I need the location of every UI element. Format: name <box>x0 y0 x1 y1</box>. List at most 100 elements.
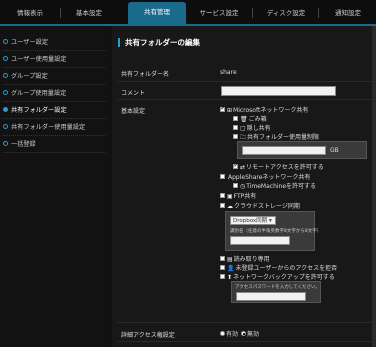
row-basic-settings: 基本設定 ⊞Microsoftネットワーク共有 🗑ごみ箱 ▢隠し共有 🗀共有フォ… <box>117 101 372 323</box>
unregistered-deny-label: 未登録ユーザーからのアクセスを拒否 <box>235 265 338 272</box>
sidebar-item-user-quota[interactable]: ユーザー使用量設定 <box>3 51 106 68</box>
detail-enable-option[interactable]: 有効 <box>220 329 238 338</box>
read-only-label: 読み取り専用 <box>233 256 270 263</box>
cloud-service-select[interactable]: Dropbox同期 ▾ <box>230 216 276 225</box>
quota-input[interactable] <box>242 146 326 155</box>
cloud-icon: ☁ <box>227 203 233 210</box>
user-icon: 👤 <box>227 265 235 272</box>
recycle-option[interactable]: 🗑ごみ箱 <box>233 114 267 123</box>
basic-settings-label: 基本設定 <box>121 108 146 115</box>
cloud-sync-label: クラウドストレージ同期 <box>234 203 300 210</box>
sidebar-item-group-settings[interactable]: グループ設定 <box>3 68 106 85</box>
ftp-icon: ▣ <box>227 193 233 200</box>
tab-service-settings[interactable]: サービス設定 <box>190 4 248 22</box>
row-detail-access: 詳細アクセス権設定 有効 無効 <box>117 324 372 342</box>
net-backup-label: ネットワークバックアップを許可する <box>233 274 335 281</box>
tab-info[interactable]: 情報表示 <box>8 4 52 22</box>
hidden-share-label: 隠し共有 <box>246 125 271 132</box>
sidebar-item-label: グループ設定 <box>11 73 48 80</box>
unregistered-deny-checkbox[interactable] <box>220 265 225 270</box>
tab-notification-settings[interactable]: 通知設定 <box>324 4 372 22</box>
top-nav: 情報表示 基本設定 共有管理 サービス設定 ディスク設定 通知設定 <box>0 0 376 26</box>
folder-name-value: share <box>220 69 237 76</box>
sidebar: ユーザー設定 ユーザー使用量設定 グループ設定 グループ使用量設定 共有フォルダ… <box>0 26 107 347</box>
trash-icon: 🗑 <box>240 116 248 123</box>
quota-subbox: GB <box>237 141 367 159</box>
ms-share-option[interactable]: ⊞Microsoftネットワーク共有 <box>220 105 308 114</box>
remote-access-label: リモートアクセスを許可する <box>246 164 324 171</box>
tab-divider <box>252 8 253 18</box>
bullet-icon <box>3 106 8 112</box>
detail-enable-label: 有効 <box>226 331 239 338</box>
clock-icon: ◷ <box>240 183 246 190</box>
detail-disable-option[interactable]: 無効 <box>241 329 259 338</box>
sidebar-item-shared-folder-quota[interactable]: 共有フォルダー使用量設定 <box>3 119 106 136</box>
hidden-share-option[interactable]: ▢隠し共有 <box>233 123 271 132</box>
backup-password-input[interactable] <box>236 292 306 301</box>
appleshare-label: AppleShareネットワーク共有 <box>228 174 311 181</box>
backup-icon: ⬆ <box>227 274 233 281</box>
scrollbar[interactable] <box>372 26 376 347</box>
appleshare-option[interactable]: AppleShareネットワーク共有 <box>220 172 310 181</box>
net-backup-checkbox[interactable] <box>220 274 225 279</box>
ftp-option[interactable]: ▣FTP共有 <box>220 191 256 200</box>
backup-subbox: アクセスパスワードを入力してください。 <box>231 281 321 303</box>
cloud-id-input[interactable] <box>230 236 290 245</box>
tab-share-management[interactable]: 共有管理 <box>128 2 186 26</box>
folder-name-label: 共有フォルダー名 <box>121 71 170 78</box>
cloud-sync-checkbox[interactable] <box>220 203 225 208</box>
remote-access-option[interactable]: ⇄リモートアクセスを許可する <box>233 162 324 171</box>
sidebar-item-group-quota[interactable]: グループ使用量設定 <box>3 85 106 102</box>
sidebar-item-user-settings[interactable]: ユーザー設定 <box>3 34 106 51</box>
quota-limit-checkbox[interactable] <box>233 134 238 139</box>
bullet-icon <box>3 72 8 78</box>
cloud-sync-option[interactable]: ☁クラウドストレージ同期 <box>220 201 300 210</box>
read-only-option[interactable]: ▤読み取り専用 <box>220 254 270 263</box>
sidebar-item-label: 共有フォルダー使用量設定 <box>11 124 86 131</box>
ms-share-checkbox[interactable] <box>220 105 226 112</box>
detail-disable-radio[interactable] <box>241 331 246 336</box>
recycle-label: ごみ箱 <box>248 116 267 123</box>
read-only-checkbox[interactable] <box>220 256 225 261</box>
hidden-share-checkbox[interactable] <box>233 125 238 130</box>
detail-disable-label: 無効 <box>247 331 260 338</box>
ms-share-label: Microsoftネットワーク共有 <box>233 107 309 114</box>
unregistered-deny-option[interactable]: 👤未登録ユーザーからのアクセスを拒否 <box>220 263 337 272</box>
bullet-icon <box>3 123 8 129</box>
sidebar-item-label: グループ使用量設定 <box>11 90 67 97</box>
recycle-checkbox[interactable] <box>233 116 238 121</box>
quota-unit: GB <box>330 147 339 154</box>
sidebar-item-bulk-register[interactable]: 一括登録 <box>3 136 106 153</box>
tab-disk-settings[interactable]: ディスク設定 <box>258 4 314 22</box>
ftp-checkbox[interactable] <box>220 193 225 198</box>
main-panel: 共有フォルダーの編集 共有フォルダー名 share コメント 基本設定 ⊞Mic… <box>112 26 376 347</box>
tab-basic-settings[interactable]: 基本設定 <box>67 4 111 22</box>
backup-hint: アクセスパスワードを入力してください。 <box>235 285 321 290</box>
cloud-subbox: Dropbox同期 ▾ 識別名（任意の半角英数字8文字から8文字） <box>225 211 321 251</box>
detail-enable-radio[interactable] <box>220 331 225 336</box>
comment-input[interactable] <box>221 86 336 96</box>
quota-limit-label: 共有フォルダー使用量制限 <box>247 134 320 141</box>
cloud-hint: 識別名（任意の半角英数字8文字から8文字） <box>230 229 322 234</box>
net-backup-option[interactable]: ⬆ネットワークバックアップを許可する <box>220 272 335 281</box>
read-only-icon: ▤ <box>227 256 233 263</box>
page-title: 共有フォルダーの編集 <box>118 38 200 47</box>
bullet-icon <box>3 38 8 44</box>
remote-access-checkbox[interactable] <box>233 162 239 169</box>
bullet-icon <box>3 140 8 146</box>
sidebar-item-label: ユーザー使用量設定 <box>11 56 67 63</box>
timemachine-checkbox[interactable] <box>233 183 238 188</box>
ftp-label: FTP共有 <box>233 193 257 200</box>
sidebar-item-label: 一括登録 <box>11 141 36 148</box>
cloud-select-value: Dropbox同期 <box>233 218 268 224</box>
sidebar-item-shared-folder-settings[interactable]: 共有フォルダー設定 <box>3 102 106 119</box>
timemachine-option[interactable]: ◷TimeMachineを許可する <box>233 181 316 190</box>
bullet-icon <box>3 55 8 61</box>
hidden-folder-icon: ▢ <box>240 125 246 132</box>
comment-label: コメント <box>121 90 146 97</box>
timemachine-label: TimeMachineを許可する <box>246 183 317 190</box>
sidebar-item-label: 共有フォルダー設定 <box>11 107 67 114</box>
row-folder-name: 共有フォルダー名 share <box>117 64 372 82</box>
appleshare-checkbox[interactable] <box>220 174 225 179</box>
windows-icon: ⊞ <box>227 107 233 114</box>
